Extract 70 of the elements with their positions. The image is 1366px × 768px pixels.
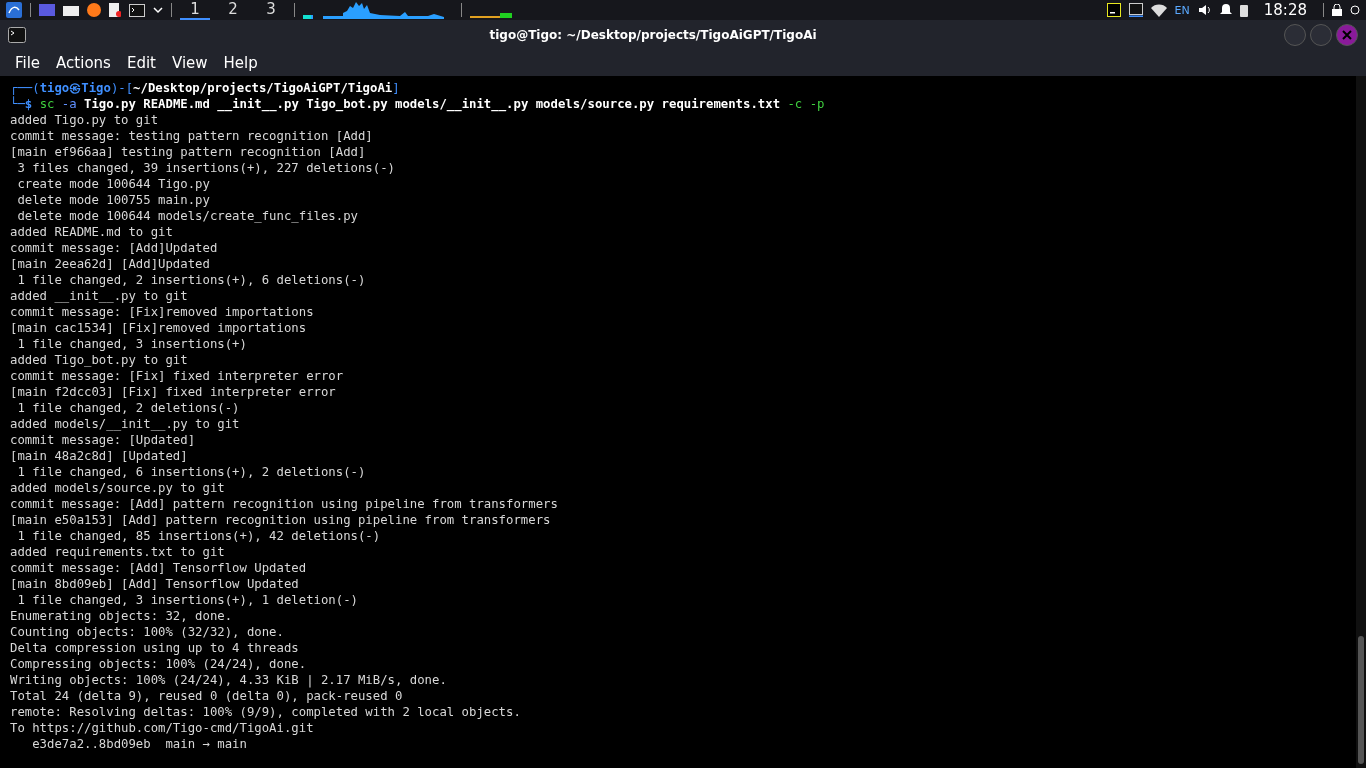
output-line: added models/source.py to git [10,480,226,496]
output-line: commit message: [Add]Updated [10,240,219,256]
document-icon[interactable] [109,3,121,17]
terminal-icon[interactable] [1128,3,1143,17]
browser-icon[interactable] [87,3,101,17]
network-graph-drawing [470,13,512,18]
output-line: added models/__init__.py to git [10,416,241,432]
output-line: [main 48a2c8d] [Updated] [10,448,189,464]
output-line: Counting objects: 100% (32/32), done. [10,624,285,640]
output-line: To https://github.com/Tigo-cmd/TigoAi.git [10,720,315,736]
output-line: Total 24 (delta 9), reused 0 (delta 0), pack-reused 0 [10,688,404,704]
output-line: remote: Resolving deltas: 100% (9/9), completed with 2 local objects. [10,704,522,720]
output-line: [main ef966aa] testing pattern recognition [Add] [10,144,367,160]
output-line: 1 file changed, 2 insertions(+), 6 deletions(-) [16,272,367,288]
wifi-icon[interactable] [1150,3,1167,17]
menu-item[interactable]: View [164,52,215,74]
menu-item[interactable]: Help [216,52,265,74]
output-line: 1 file changed, 3 insertions(+) [16,336,248,352]
output-line: added Tigo_bot.py to git [10,352,189,368]
command-line: └─$ sc -a Tigo.py README.md __init__.py Tigo_bot.py models/__init__.py models/source.py requirements.txt -c -p [10,96,826,112]
output-line: 3 files changed, 39 insertions(+), 227 deletions(-) [16,160,396,176]
output-line: [main 8bd09eb] [Add] Tensorflow Updated [10,576,300,592]
menu-item[interactable]: Edit [119,52,163,74]
power-icon[interactable] [1350,5,1360,15]
output-line: commit message: [Fix]removed importations [10,304,315,320]
editor-icon[interactable] [1106,3,1121,17]
workspace-tab[interactable]: 2 [218,0,248,20]
output-line: added requirements.txt to git [10,544,226,560]
output-line: delete mode 100644 models/create_func_files.py [16,208,359,224]
output-line: [main cac1534] [Fix]removed importations [10,320,308,336]
output-line: added __init__.py to git [10,288,189,304]
close-icon [1342,30,1352,40]
output-line: commit message: testing pattern recognition [Add] [10,128,374,144]
output-line: [main 2eea62d] [Add]Updated [10,256,211,272]
output-line: 1 file changed, 6 insertions(+), 2 deletions(-) [16,464,367,480]
output-line: 1 file changed, 2 deletions(-) [16,400,241,416]
output-line: commit message: [Add] pattern recognition using pipeline from transformers [10,496,559,512]
output-line: Compressing objects: 100% (24/24), done. [10,656,308,672]
lock-icon[interactable] [1332,4,1342,16]
menu-item[interactable]: File [8,52,48,74]
output-line: added Tigo.py to git [10,112,160,128]
window-title: tigo@Tigo: ~/Desktop/projects/TigoAiGPT/TigoAi [489,28,817,42]
bell-icon[interactable] [1219,3,1232,17]
workspace-tab[interactable]: 3 [256,0,286,20]
scrollbar[interactable] [1356,76,1366,768]
close-button[interactable] [1336,24,1358,46]
prompt-line: ┌──(tigo㉿Tigo)-[~/Desktop/projects/TigoAiGPT/TigoAi] [10,80,401,96]
output-line: create mode 100644 Tigo.py [16,176,211,192]
output-line: 1 file changed, 3 insertions(+), 1 deletion(-) [16,592,359,608]
clock: 18:28 [1263,1,1307,19]
output-line: added README.md to git [10,224,174,240]
battery-icon[interactable] [1239,3,1248,17]
app-menu-icon[interactable] [6,2,22,18]
output-line: Enumerating objects: 32, done. [10,608,234,624]
output-line: commit message: [Updated] [10,432,197,448]
output-line: e3de7a2..8bd09eb main → main [31,736,248,752]
output-line: commit message: [Add] Tensorflow Updated [10,560,308,576]
menu-item[interactable]: Actions [49,52,118,74]
output-line: Writing objects: 100% (24/24), 4.33 KiB | 2.17 MiB/s, done. [10,672,448,688]
keyboard-layout[interactable]: EN [1174,3,1190,17]
output-line: 1 file changed, 85 insertions(+), 42 deletions(-) [16,528,382,544]
output-line: Delta compression using up to 4 threads [10,640,300,656]
terminal-icon [8,27,26,43]
volume-icon[interactable] [1197,3,1212,17]
output-line: [main f2dcc03] [Fix] fixed interpreter error [10,384,337,400]
caret-icon[interactable] [153,6,163,14]
terminal-icon[interactable] [129,3,145,17]
output-line: commit message: [Fix] fixed interpreter error [10,368,345,384]
output-line: [main e50a153] [Add] pattern recognition using pipeline from transformers [10,512,552,528]
output-line: delete mode 100755 main.py [16,192,211,208]
